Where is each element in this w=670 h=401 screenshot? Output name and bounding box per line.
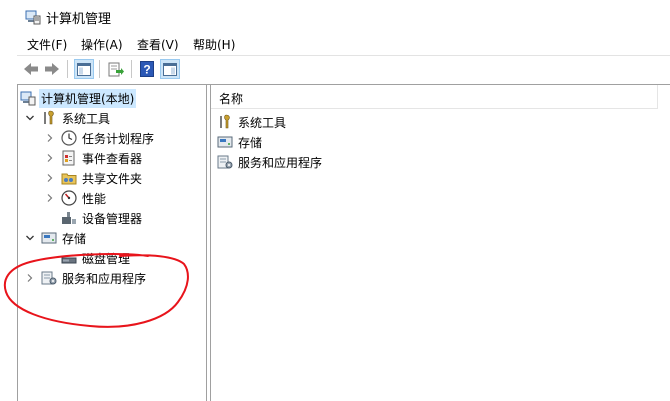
- toolbar-divider: [67, 60, 68, 78]
- menu-view[interactable]: 查看(V): [137, 36, 179, 53]
- chevron-down-icon: [26, 235, 34, 241]
- tree-item-label: 共享文件夹: [82, 171, 143, 186]
- services-icon: [217, 155, 233, 169]
- export-list-button[interactable]: [106, 59, 126, 79]
- toolbar: ?: [0, 56, 670, 82]
- chevron-right-icon: [47, 194, 53, 202]
- show-hide-action-pane-button[interactable]: [160, 59, 180, 79]
- chevron-right-icon: [47, 134, 53, 142]
- expand-toggle[interactable]: [43, 131, 57, 145]
- performance-gauge-icon: [61, 190, 77, 206]
- back-button[interactable]: [21, 59, 41, 79]
- tree-item-task-scheduler[interactable]: 任务计划程序: [43, 128, 156, 148]
- list-item-storage[interactable]: 存储: [217, 132, 264, 152]
- shared-folder-icon: [61, 173, 77, 185]
- computer-management-icon: [25, 10, 41, 25]
- tree-item-label: 事件查看器: [82, 151, 143, 166]
- chevron-right-icon: [47, 154, 53, 162]
- expand-toggle[interactable]: [23, 271, 37, 285]
- event-viewer-icon: [62, 150, 75, 166]
- back-arrow-icon: [24, 63, 38, 75]
- menu-action[interactable]: 操作(A): [81, 36, 123, 53]
- tree-item-label: 任务计划程序: [82, 131, 155, 146]
- window-title: 计算机管理: [46, 12, 112, 27]
- expand-toggle[interactable]: [43, 171, 57, 185]
- tree-item-shared-folders[interactable]: 共享文件夹: [43, 168, 144, 188]
- tree-item-performance[interactable]: 性能: [43, 188, 108, 208]
- title-bar: 计算机管理: [0, 0, 670, 32]
- main-panes: 计算机管理(本地) 系统工具 任务计划程序 事件查看器 共享文件夹 性能 设备管…: [17, 84, 670, 401]
- forward-button[interactable]: [42, 59, 62, 79]
- column-divider[interactable]: [657, 85, 658, 109]
- tree-item-event-viewer[interactable]: 事件查看器: [43, 148, 144, 168]
- tree-item-system-tools[interactable]: 系统工具: [23, 108, 112, 128]
- chevron-right-icon: [47, 174, 53, 182]
- expand-toggle[interactable]: [23, 231, 37, 245]
- menu-help[interactable]: 帮助(H): [193, 36, 235, 53]
- tree-item-label: 性能: [82, 191, 107, 206]
- tools-icon: [220, 114, 230, 129]
- tree-item-disk-management[interactable]: 磁盘管理: [61, 248, 132, 268]
- menu-file[interactable]: 文件(F): [27, 36, 67, 53]
- help-icon: ?: [140, 61, 154, 77]
- tree-item-label: 设备管理器: [82, 211, 143, 226]
- tree-item-device-manager[interactable]: 设备管理器: [61, 208, 144, 228]
- expand-toggle[interactable]: [43, 151, 57, 165]
- disk-icon: [61, 257, 77, 264]
- chevron-right-icon: [27, 274, 33, 282]
- list-item-label: 服务和应用程序: [238, 155, 323, 170]
- expand-toggle[interactable]: [43, 191, 57, 205]
- tree-item-label: 系统工具: [62, 111, 111, 126]
- tree-item-computer-management[interactable]: 计算机管理(本地): [20, 88, 137, 108]
- tree-item-label: 磁盘管理: [82, 251, 131, 266]
- tree-item-label: 计算机管理(本地): [39, 88, 137, 108]
- column-header-label: 名称: [219, 92, 244, 106]
- list-item-label: 存储: [238, 135, 263, 150]
- chevron-down-icon: [26, 115, 34, 121]
- tools-icon: [44, 110, 54, 125]
- services-icon: [41, 271, 57, 285]
- console-tree: 计算机管理(本地) 系统工具 任务计划程序 事件查看器 共享文件夹 性能 设备管…: [17, 85, 207, 401]
- column-header-name[interactable]: 名称: [211, 85, 657, 109]
- toolbar-divider: [131, 60, 132, 78]
- results-pane: 名称 系统工具 存储 服务和应用程序: [210, 85, 670, 401]
- tree-item-storage[interactable]: 存储: [23, 228, 88, 248]
- list-item-services-and-applications[interactable]: 服务和应用程序: [217, 152, 324, 172]
- tree-item-services-and-applications[interactable]: 服务和应用程序: [23, 268, 148, 288]
- svg-text:?: ?: [143, 63, 150, 77]
- menu-bar: 文件(F) 操作(A) 查看(V) 帮助(H): [0, 33, 670, 55]
- tree-item-label: 服务和应用程序: [62, 271, 147, 286]
- computer-management-icon: [20, 91, 36, 106]
- show-hide-console-tree-button[interactable]: [74, 59, 94, 79]
- expand-toggle[interactable]: [23, 111, 37, 125]
- help-button[interactable]: ?: [137, 59, 157, 79]
- storage-icon: [217, 136, 233, 148]
- clock-icon: [61, 130, 77, 146]
- export-list-icon: [108, 62, 124, 76]
- toolbar-divider: [99, 60, 100, 78]
- storage-icon: [41, 232, 57, 244]
- show-hide-action-pane-icon: [163, 62, 177, 76]
- forward-arrow-icon: [45, 63, 59, 75]
- show-hide-console-tree-icon: [77, 62, 91, 76]
- tree-item-label: 存储: [62, 231, 87, 246]
- list-item-system-tools[interactable]: 系统工具: [217, 112, 288, 132]
- list-item-label: 系统工具: [238, 115, 287, 130]
- device-manager-icon: [62, 212, 76, 224]
